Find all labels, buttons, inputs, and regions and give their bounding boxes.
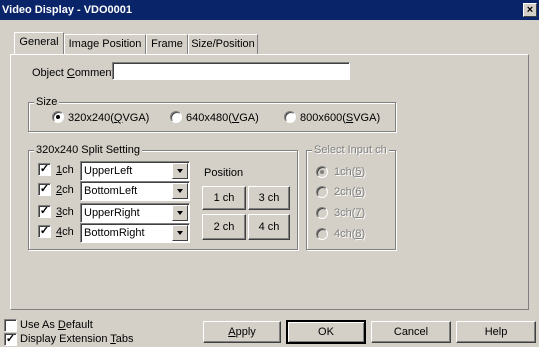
close-button[interactable]: × bbox=[523, 3, 537, 17]
input-3ch-label: 3ch(7) bbox=[334, 207, 366, 219]
apply-button[interactable]: Apply bbox=[203, 321, 281, 343]
title-bar: Video Display - VDO0001 bbox=[0, 0, 539, 20]
ch3-checkbox[interactable]: ✓ bbox=[38, 205, 51, 218]
size-svga-radio[interactable] bbox=[284, 111, 296, 123]
check-icon: ✓ bbox=[39, 183, 50, 195]
size-vga-label: 640x480(VGA) bbox=[186, 112, 259, 124]
display-extension-tabs-label: Display Extension Tabs bbox=[20, 333, 134, 345]
use-as-default-label: Use As Default bbox=[20, 319, 93, 331]
ch1-label: 1ch bbox=[56, 164, 74, 176]
select-input-legend: Select Input ch bbox=[312, 144, 389, 156]
use-as-default-checkbox[interactable] bbox=[4, 319, 17, 332]
input-2ch-label: 2ch(6) bbox=[334, 186, 366, 198]
ch4-position-select[interactable]: BottomRight bbox=[80, 223, 190, 243]
chevron-down-icon[interactable] bbox=[172, 205, 188, 221]
close-icon: × bbox=[526, 4, 534, 16]
ch3-label: 3ch bbox=[56, 206, 74, 218]
check-icon: ✓ bbox=[39, 225, 50, 237]
ch4-label: 4ch bbox=[56, 226, 74, 238]
ok-button[interactable]: OK bbox=[286, 320, 366, 344]
display-extension-tabs-checkbox[interactable]: ✓ bbox=[4, 333, 17, 346]
size-vga-radio[interactable] bbox=[170, 111, 182, 123]
help-button[interactable]: Help bbox=[456, 321, 536, 343]
input-1ch-label: 1ch(5) bbox=[334, 166, 366, 178]
tab-image-position[interactable]: Image Position bbox=[64, 34, 146, 54]
input-2ch-radio[interactable] bbox=[316, 186, 328, 198]
size-qvga-radio[interactable] bbox=[52, 111, 64, 123]
ch2-label: 2ch bbox=[56, 184, 74, 196]
ch2-checkbox[interactable]: ✓ bbox=[38, 183, 51, 196]
size-svga-label: 800x600(SVGA) bbox=[300, 112, 381, 124]
input-1ch-radio[interactable] bbox=[316, 166, 328, 178]
split-setting-legend: 320x240 Split Setting bbox=[34, 144, 142, 156]
ch4-checkbox[interactable]: ✓ bbox=[38, 225, 51, 238]
position-label: Position bbox=[204, 167, 244, 179]
check-icon: ✓ bbox=[39, 205, 50, 217]
position-2ch-button[interactable]: 2 ch bbox=[202, 214, 246, 240]
cancel-button[interactable]: Cancel bbox=[371, 321, 451, 343]
input-3ch-radio[interactable] bbox=[316, 207, 328, 219]
ch2-position-select[interactable]: BottomLeft bbox=[80, 181, 190, 201]
input-4ch-label: 4ch(8) bbox=[334, 228, 366, 240]
size-group-legend: Size bbox=[34, 96, 60, 108]
tab-frame[interactable]: Frame bbox=[146, 34, 188, 54]
ch3-position-select[interactable]: UpperRight bbox=[80, 203, 190, 223]
size-qvga-label: 320x240(QVGA) bbox=[68, 112, 150, 124]
check-icon: ✓ bbox=[5, 333, 16, 345]
window-title: Video Display - VDO0001 bbox=[2, 4, 133, 16]
position-1ch-button[interactable]: 1 ch bbox=[202, 186, 246, 210]
object-comment-label: Object Comment bbox=[32, 67, 115, 79]
chevron-down-icon[interactable] bbox=[172, 183, 188, 199]
position-3ch-button[interactable]: 3 ch bbox=[248, 186, 290, 210]
ch1-position-select[interactable]: UpperLeft bbox=[80, 161, 190, 181]
object-comment-input[interactable] bbox=[112, 62, 350, 80]
ch1-checkbox[interactable]: ✓ bbox=[38, 163, 51, 176]
tab-general[interactable]: General bbox=[14, 32, 64, 54]
chevron-down-icon[interactable] bbox=[172, 163, 188, 179]
input-4ch-radio[interactable] bbox=[316, 228, 328, 240]
check-icon: ✓ bbox=[39, 163, 50, 175]
tab-size-position[interactable]: Size/Position bbox=[188, 34, 258, 54]
chevron-down-icon[interactable] bbox=[172, 225, 188, 241]
position-4ch-button[interactable]: 4 ch bbox=[248, 214, 290, 240]
